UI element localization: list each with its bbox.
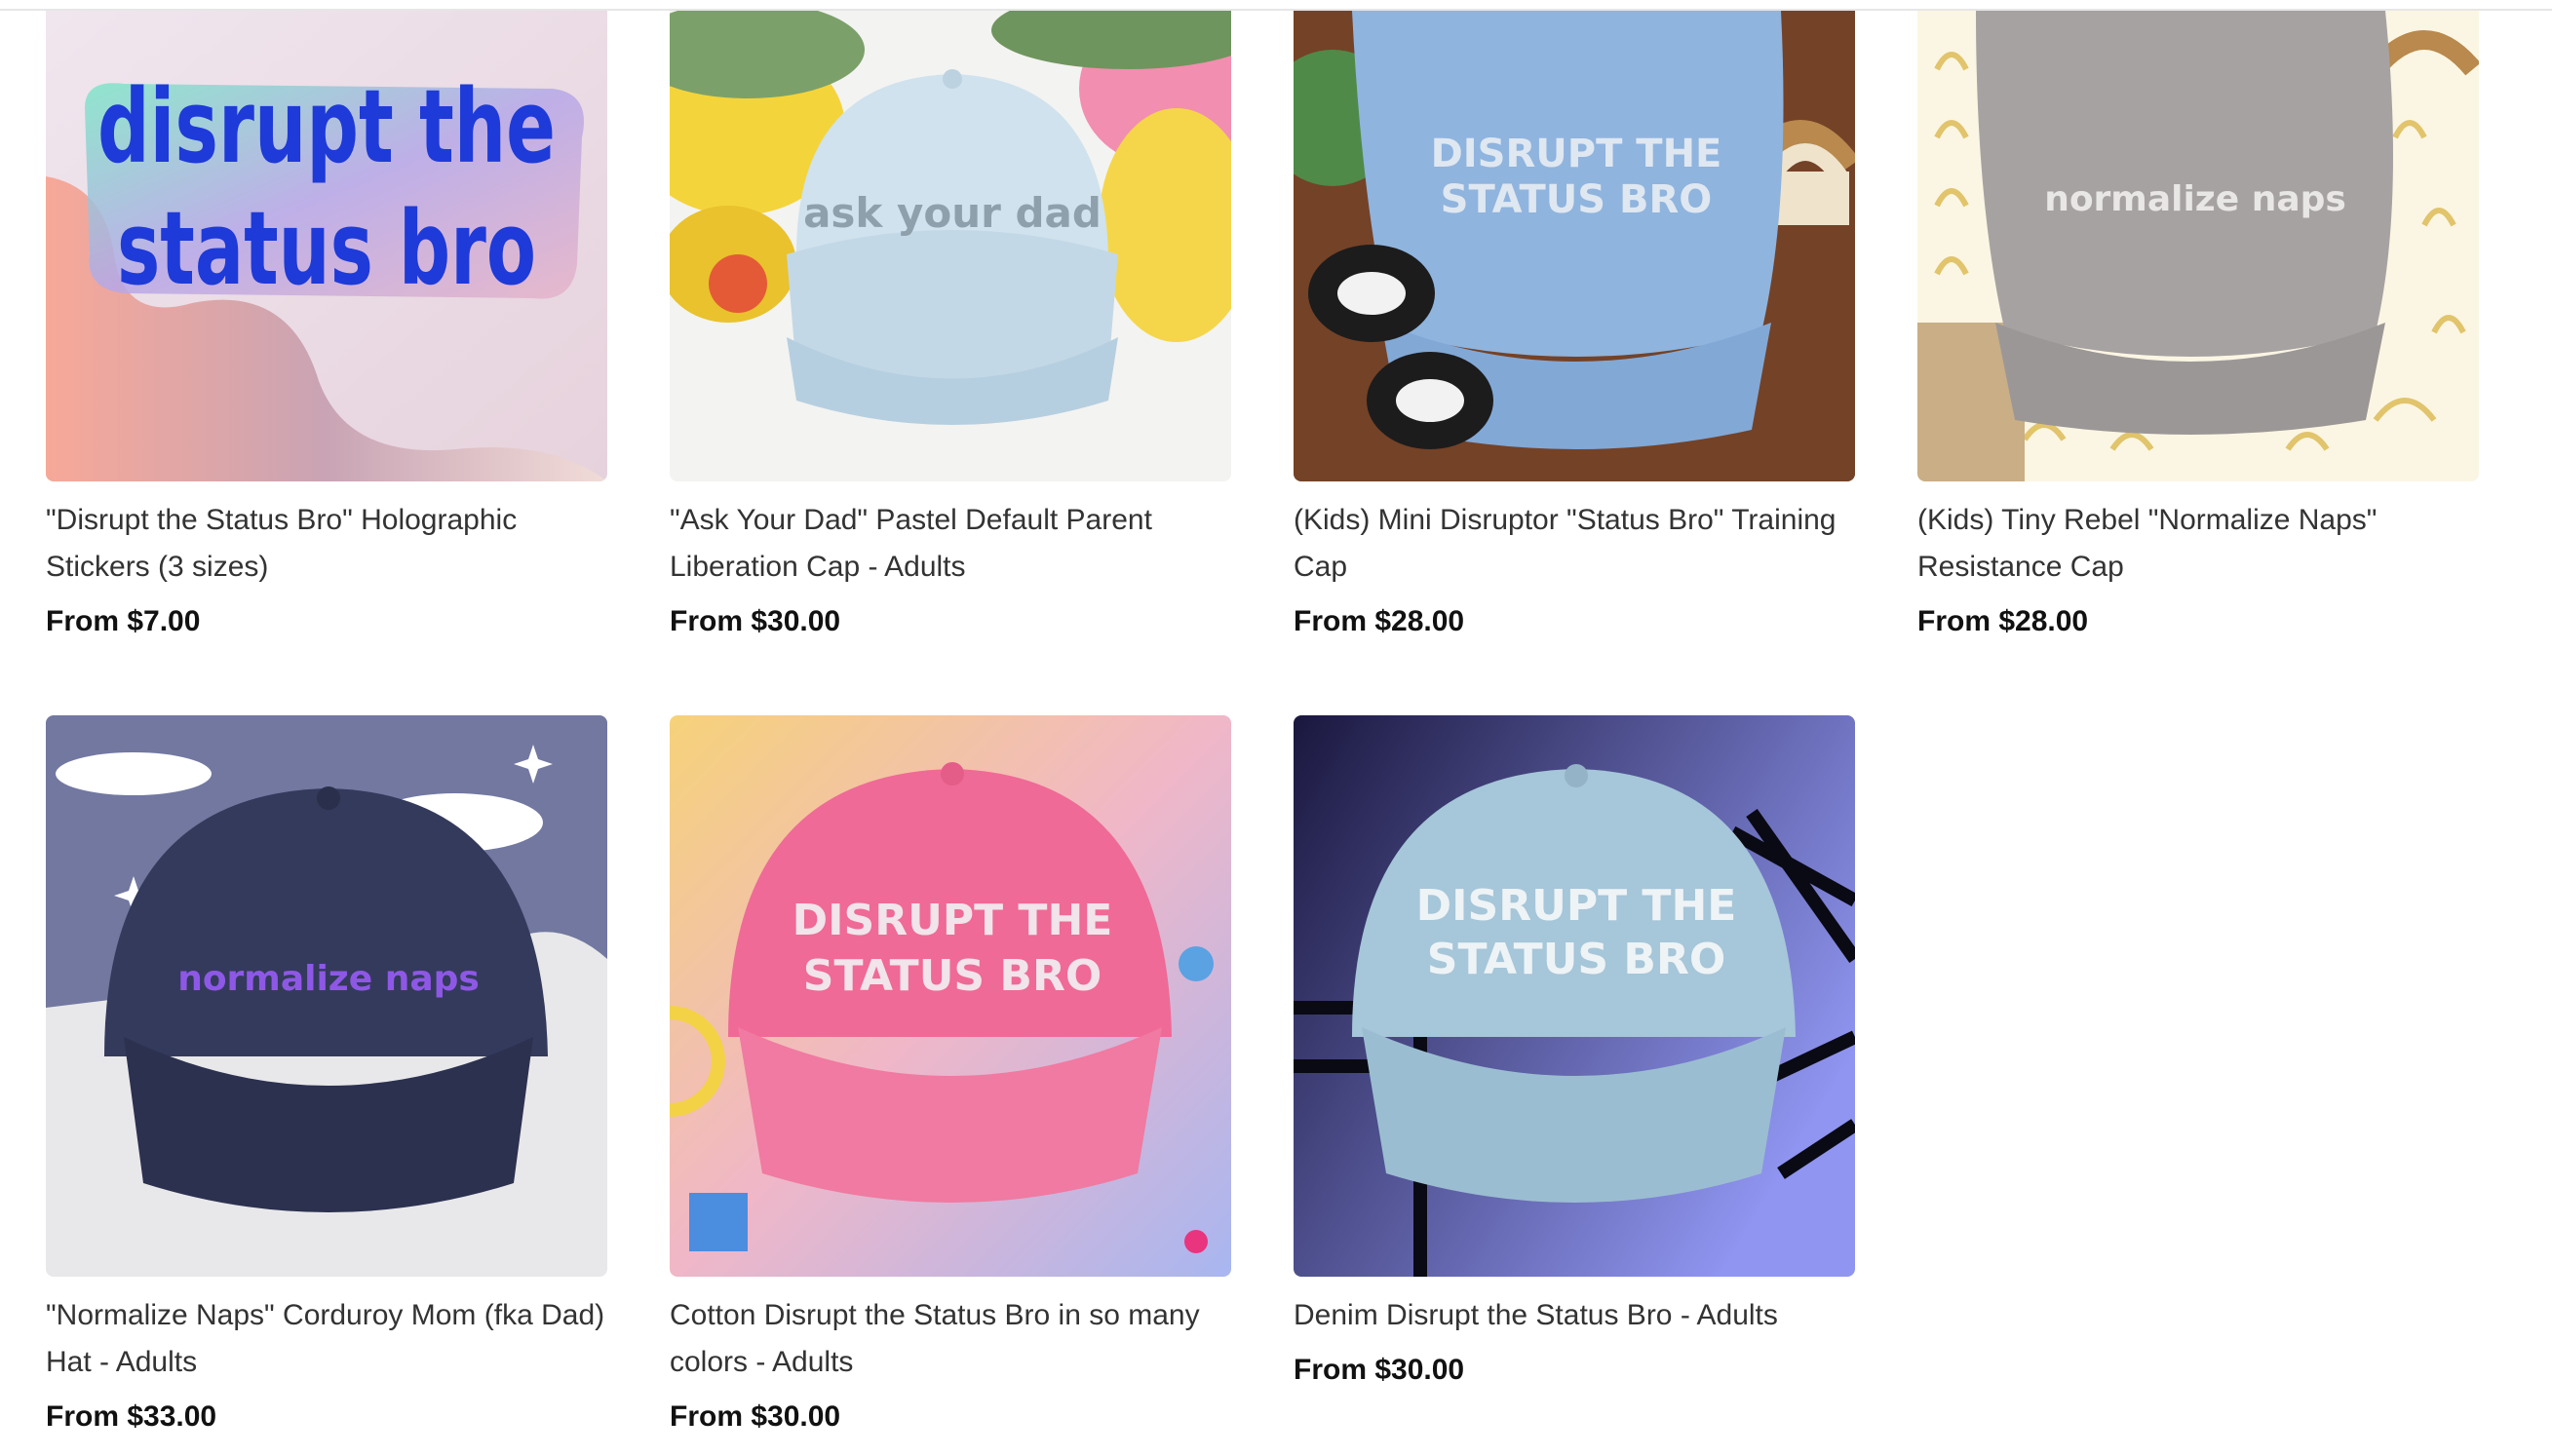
cap-embroidery-text: normalize naps xyxy=(177,959,480,999)
product-title[interactable]: "Normalize Naps" Corduroy Mom (fka Dad) … xyxy=(46,1292,621,1386)
holographic-sticker-image[interactable]: disrupt the status bro xyxy=(46,11,607,481)
product-title[interactable]: (Kids) Mini Disruptor "Status Bro" Train… xyxy=(1294,497,1869,591)
cap-embroidery-text-line1: DISRUPT THE xyxy=(1416,881,1737,931)
kids-grey-cap-image[interactable]: normalize naps xyxy=(1917,11,2479,481)
sticker-text-line1: disrupt the xyxy=(97,67,556,186)
product-card[interactable]: DISRUPT THE STATUS BRO (Kids) Mini Disru… xyxy=(1294,11,1855,639)
product-card[interactable]: normalize naps "Normalize Naps" Corduroy… xyxy=(46,715,607,1435)
cap-embroidery-text-line1: DISRUPT THE xyxy=(1431,132,1722,176)
product-price: From $7.00 xyxy=(46,605,201,637)
cap-embroidery-text-line2: STATUS BRO xyxy=(1441,177,1713,222)
cap-embroidery-text: normalize naps xyxy=(2044,179,2346,219)
product-title[interactable]: Denim Disrupt the Status Bro - Adults xyxy=(1294,1292,1869,1339)
pink-cotton-cap-image[interactable]: DISRUPT THE STATUS BRO xyxy=(670,715,1231,1277)
product-price: From $30.00 xyxy=(670,1400,841,1433)
product-title[interactable]: "Ask Your Dad" Pastel Default Parent Lib… xyxy=(670,497,1245,591)
product-title[interactable]: (Kids) Tiny Rebel "Normalize Naps" Resis… xyxy=(1917,497,2493,591)
product-card[interactable]: DISRUPT THE STATUS BRO Cotton Disrupt th… xyxy=(670,715,1231,1435)
product-card[interactable]: disrupt the status bro "Disrupt the Stat… xyxy=(46,11,607,639)
product-title[interactable]: "Disrupt the Status Bro" Holographic Sti… xyxy=(46,497,621,591)
denim-cap-image[interactable]: DISRUPT THE STATUS BRO xyxy=(1294,715,1855,1277)
product-card[interactable]: normalize naps (Kids) Tiny Rebel "Normal… xyxy=(1917,11,2479,639)
product-title[interactable]: Cotton Disrupt the Status Bro in so many… xyxy=(670,1292,1245,1386)
product-price: From $28.00 xyxy=(1294,605,1465,637)
corduroy-navy-cap-image[interactable]: normalize naps xyxy=(46,715,607,1277)
product-price: From $30.00 xyxy=(1294,1354,1465,1386)
pastel-cap-image[interactable]: ask your dad xyxy=(670,11,1231,481)
cap-embroidery-text-line1: DISRUPT THE xyxy=(793,896,1113,945)
product-price: From $28.00 xyxy=(1917,605,2089,637)
cap-embroidery-text-line2: STATUS BRO xyxy=(1427,935,1726,984)
sticker-text-line2: status bro xyxy=(117,189,536,308)
product-card[interactable]: ask your dad "Ask Your Dad" Pastel Defau… xyxy=(670,11,1231,639)
kids-blue-cap-image[interactable]: DISRUPT THE STATUS BRO xyxy=(1294,11,1855,481)
product-card[interactable]: DISRUPT THE STATUS BRO Denim Disrupt the… xyxy=(1294,715,1855,1388)
product-price: From $30.00 xyxy=(670,605,841,637)
cap-embroidery-text-line2: STATUS BRO xyxy=(803,951,1102,1001)
product-price: From $33.00 xyxy=(46,1400,217,1433)
product-grid: disrupt the status bro "Disrupt the Stat… xyxy=(0,0,2552,1456)
cap-embroidery-text: ask your dad xyxy=(803,189,1102,237)
